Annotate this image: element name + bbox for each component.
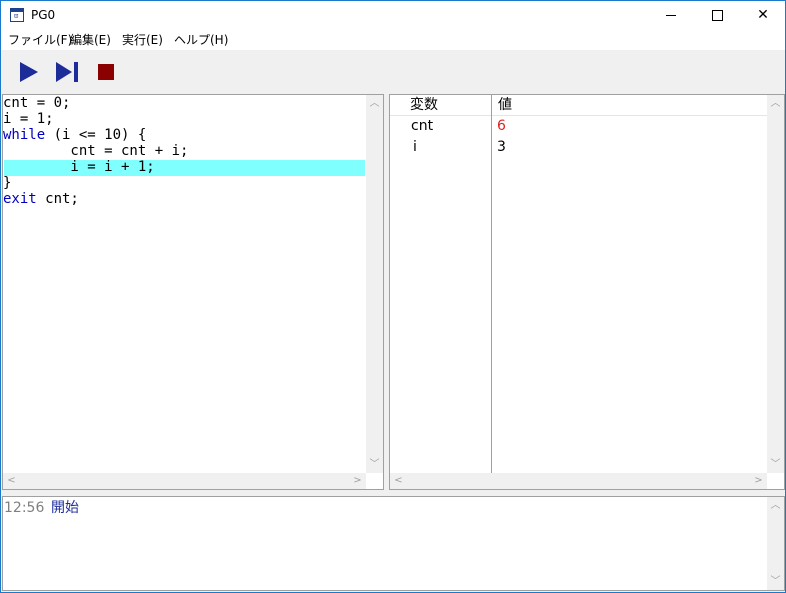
variable-value: 6 (497, 118, 506, 134)
menu-help[interactable]: ヘルプ(H) (174, 33, 228, 48)
menu-edit[interactable]: 編集(E) (70, 33, 111, 48)
minimize-icon[interactable] (648, 1, 694, 30)
scroll-down-icon[interactable]: ﹀ (366, 456, 383, 473)
log-output[interactable] (2, 496, 785, 591)
app-window-icon: ⊡ (10, 8, 24, 22)
column-divider[interactable] (491, 95, 492, 473)
variable-value: 3 (497, 139, 506, 155)
code-text[interactable]: cnt = 0; i = 1; while (i <= 10) { cnt = … (3, 95, 365, 474)
close-icon[interactable]: ✕ (740, 1, 786, 30)
code-line: } (3, 175, 12, 191)
log-message: 開始 (51, 500, 79, 516)
step-forward-icon-bar[interactable] (74, 62, 78, 82)
scroll-down-icon[interactable]: ﹀ (767, 573, 784, 590)
column-header-name[interactable]: 変数 (410, 96, 438, 114)
scroll-right-icon[interactable]: > (349, 473, 366, 489)
variables-panel[interactable] (389, 94, 785, 490)
scroll-left-icon[interactable]: < (3, 473, 20, 489)
scroll-left-icon[interactable]: < (390, 473, 407, 489)
step-forward-icon[interactable] (56, 62, 72, 82)
column-header-value[interactable]: 値 (498, 96, 512, 114)
maximize-icon[interactable] (694, 1, 740, 30)
code-vertical-scrollbar[interactable]: ︿ ﹀ (366, 95, 383, 473)
menu-run[interactable]: 実行(E) (122, 33, 163, 48)
code-line: while (i <= 10) { (3, 127, 147, 143)
log-timestamp: 12:56 (4, 500, 45, 516)
play-icon[interactable] (20, 62, 38, 82)
scroll-down-icon[interactable]: ﹀ (767, 456, 784, 473)
menu-bar: ファイル(F) 編集(E) 実行(E) ヘルプ(H) (1, 31, 785, 51)
stop-icon[interactable] (98, 64, 114, 80)
variables-horizontal-scrollbar[interactable]: < > (390, 473, 767, 489)
variable-name: i (413, 139, 417, 155)
log-vertical-scrollbar[interactable]: ︿ ﹀ (767, 497, 784, 590)
menu-file[interactable]: ファイル(F) (8, 33, 72, 48)
variables-vertical-scrollbar[interactable]: ︿ ﹀ (767, 95, 784, 473)
scroll-right-icon[interactable]: > (750, 473, 767, 489)
scroll-up-icon[interactable]: ︿ (767, 95, 784, 112)
window-title: PG0 (31, 8, 56, 22)
variables-header (390, 95, 767, 116)
code-line: cnt = 0; (3, 95, 71, 111)
code-line: cnt = cnt + i; (3, 143, 189, 159)
code-line-current: i = i + 1; (3, 159, 155, 175)
scroll-up-icon[interactable]: ︿ (767, 497, 784, 514)
variable-name: cnt (411, 118, 434, 134)
code-line: i = 1; (3, 111, 54, 127)
code-horizontal-scrollbar[interactable]: < > (3, 473, 366, 489)
scroll-up-icon[interactable]: ︿ (366, 95, 383, 112)
code-line: exit cnt; (3, 191, 79, 207)
